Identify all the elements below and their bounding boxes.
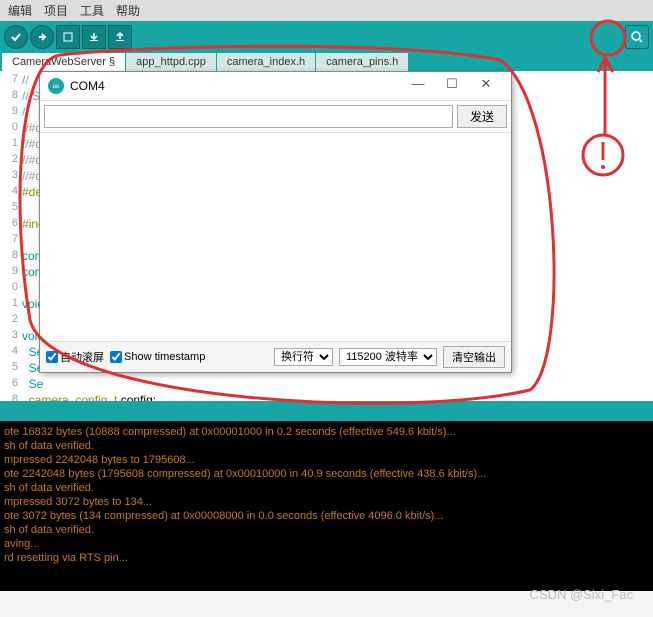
console-line: mpressed 2242048 bytes to 1795608... — [4, 453, 649, 467]
divider — [0, 401, 653, 421]
console-line: rd resetting via RTS pin... — [4, 551, 649, 565]
toolbar — [0, 21, 653, 53]
clear-output-button[interactable]: 清空输出 — [443, 346, 505, 368]
menu-tools[interactable]: 工具 — [80, 2, 104, 19]
dialog-titlebar[interactable]: ∞ COM4 — ☐ ✕ — [40, 72, 511, 101]
output-console[interactable]: ote 16832 bytes (10888 compressed) at 0x… — [0, 421, 653, 591]
tab-main[interactable]: CameraWebServer § — [2, 53, 125, 71]
menu-edit[interactable]: 编辑 — [8, 2, 32, 19]
watermark: CSDN @Sixi_Fac — [530, 587, 634, 602]
tab-bar: CameraWebServer § app_httpd.cpp camera_i… — [0, 53, 653, 71]
serial-output[interactable] — [40, 132, 511, 342]
arduino-icon: ∞ — [48, 78, 64, 94]
minimize-button[interactable]: — — [401, 76, 435, 96]
console-line: aving... — [4, 537, 649, 551]
close-button[interactable]: ✕ — [469, 76, 503, 96]
console-line: mpressed 3072 bytes to 134... — [4, 495, 649, 509]
menu-help[interactable]: 帮助 — [116, 2, 140, 19]
show-timestamp-checkbox[interactable]: Show timestamp — [110, 351, 205, 363]
console-line: ote 2242048 bytes (1795608 compressed) a… — [4, 467, 649, 481]
baud-rate-select[interactable]: 115200 波特率 — [339, 348, 437, 366]
autoscroll-checkbox[interactable]: 自动滚屏 — [46, 349, 104, 365]
tab-httpd[interactable]: app_httpd.cpp — [126, 53, 216, 71]
serial-input[interactable] — [44, 105, 453, 128]
verify-button[interactable] — [4, 25, 28, 49]
dialog-title: COM4 — [70, 79, 401, 93]
save-button[interactable] — [108, 25, 132, 49]
send-button[interactable]: 发送 — [457, 105, 507, 128]
tab-index[interactable]: camera_index.h — [217, 53, 315, 71]
console-line: sh of data verified. — [4, 481, 649, 495]
console-line: sh of data verified. — [4, 523, 649, 537]
menu-project[interactable]: 项目 — [44, 2, 68, 19]
open-button[interactable] — [82, 25, 106, 49]
console-line: ote 16832 bytes (10888 compressed) at 0x… — [4, 425, 649, 439]
line-ending-select[interactable]: 换行符 — [274, 348, 333, 366]
serial-monitor-dialog: ∞ COM4 — ☐ ✕ 发送 自动滚屏 Show timestamp 换行符 … — [39, 71, 512, 373]
tab-pins[interactable]: camera_pins.h — [316, 53, 408, 71]
serial-monitor-button[interactable] — [625, 25, 649, 49]
maximize-button[interactable]: ☐ — [435, 76, 469, 96]
upload-button[interactable] — [30, 25, 54, 49]
menu-bar: 编辑 项目 工具 帮助 — [0, 0, 653, 21]
dialog-footer: 自动滚屏 Show timestamp 换行符 115200 波特率 清空输出 — [40, 342, 511, 372]
new-button[interactable] — [56, 25, 80, 49]
console-line: sh of data verified. — [4, 439, 649, 453]
console-line: ote 3072 bytes (134 compressed) at 0x000… — [4, 509, 649, 523]
